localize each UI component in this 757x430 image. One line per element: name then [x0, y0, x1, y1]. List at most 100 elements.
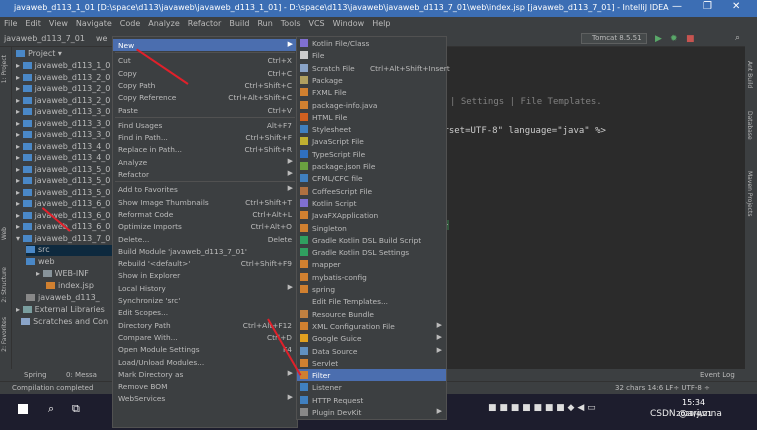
tree-item-module[interactable]: ▸ javaweb_d113_4_0 [16, 142, 110, 153]
tree-item-module[interactable]: ▸ javaweb_d113_2_0 [16, 96, 110, 107]
tree-item-module[interactable]: ▸ javaweb_d113_3_0 [16, 119, 110, 130]
ant-build-tab[interactable]: Ant Build [746, 61, 753, 88]
menu-build[interactable]: Build [225, 17, 253, 30]
new-item-servlet[interactable]: Servlet [297, 357, 446, 369]
context-item-local-history[interactable]: Local History ▶ [113, 282, 297, 294]
context-item-find-in-path[interactable]: Find in Path... Ctrl+Shift+F [113, 131, 297, 143]
new-item-package-info-java[interactable]: package-info.java [297, 99, 446, 111]
new-item-google-guice[interactable]: Google Guice ▶ [297, 332, 446, 344]
new-item-resource-bundle[interactable]: Resource Bundle [297, 308, 446, 320]
new-item-typescript-file[interactable]: TypeScript File [297, 148, 446, 160]
menu-run[interactable]: Run [253, 17, 276, 30]
debug-icon[interactable]: ✹ [670, 34, 678, 44]
new-item-package-json-file[interactable]: package.json File [297, 160, 446, 172]
new-item-cfml-cfc-file[interactable]: CFML/CFC file [297, 172, 446, 184]
context-item-paste[interactable]: Paste Ctrl+V [113, 104, 297, 116]
messages-tab[interactable]: 0: Messa [66, 371, 97, 379]
tree-item-module[interactable]: ▸ javaweb_d113_2_0 [16, 84, 110, 95]
context-item-delete[interactable]: Delete... Delete [113, 233, 297, 245]
context-item-load-unload-modules[interactable]: Load/Unload Modules... [113, 356, 297, 368]
context-item-copy-path[interactable]: Copy Path Ctrl+Shift+C [113, 79, 297, 91]
new-item-gradle-kotlin-dsl-settings[interactable]: Gradle Kotlin DSL Settings [297, 246, 446, 258]
new-item-singleton[interactable]: Singleton [297, 222, 446, 234]
event-log-tab[interactable]: Event Log [700, 371, 735, 379]
stop-icon[interactable]: ■ [686, 34, 695, 44]
expand-arrow-icon[interactable]: ▸ [16, 222, 20, 231]
expand-arrow-icon[interactable]: ▸ [16, 199, 20, 208]
clock-time[interactable]: 15:34 [682, 398, 705, 407]
new-item-mybatis-config[interactable]: mybatis-config [297, 271, 446, 283]
tree-item-module[interactable]: ▸ javaweb_d113_3_0 [16, 130, 110, 141]
context-item-show-in-explorer[interactable]: Show in Explorer [113, 269, 297, 281]
tree-item-module[interactable]: ▾ javaweb_d113_7_0 [16, 234, 110, 245]
search-icon[interactable]: ⌕ [735, 33, 740, 43]
context-item-rebuild-default[interactable]: Rebuild '<default>' Ctrl+Shift+F9 [113, 257, 297, 269]
context-item-show-image-thumbnails[interactable]: Show Image Thumbnails Ctrl+Shift+T [113, 196, 297, 208]
expand-arrow-icon[interactable]: ▸ [16, 176, 20, 185]
expand-arrow-icon[interactable]: ▸ [16, 130, 20, 139]
expand-arrow-icon[interactable]: ▸ [16, 61, 20, 70]
maximize-button[interactable]: ❐ [703, 1, 712, 12]
close-button[interactable]: ✕ [732, 1, 740, 12]
system-tray-icons[interactable]: ■ ■ ■ ■ ■ ■ ■ ◆ ◀ ▭ [488, 403, 596, 413]
menu-navigate[interactable]: Navigate [72, 17, 116, 30]
menu-code[interactable]: Code [116, 17, 144, 30]
breadcrumb-module[interactable]: we [96, 34, 107, 43]
context-item-find-usages[interactable]: Find Usages Alt+F7 [113, 119, 297, 131]
project-panel-header[interactable]: Project ▾ [16, 49, 62, 60]
new-item-fxml-file[interactable]: FXML File [297, 86, 446, 98]
menu-tools[interactable]: Tools [277, 17, 305, 30]
expand-arrow-icon[interactable]: ▸ [16, 73, 20, 82]
menu-edit[interactable]: Edit [21, 17, 45, 30]
new-item-http-request[interactable]: HTTP Request [297, 394, 446, 406]
tree-item-index-jsp[interactable]: index.jsp [46, 281, 94, 292]
tree-item-module[interactable]: ▸ javaweb_d113_6_0 [16, 211, 110, 222]
context-item-copy[interactable]: Copy Ctrl+C [113, 67, 297, 79]
menu-window[interactable]: Window [329, 17, 369, 30]
new-item-scratch-file[interactable]: Scratch File Ctrl+Alt+Shift+Insert [297, 62, 450, 74]
favorites-tool-tab[interactable]: 2: Favorites [1, 317, 8, 352]
windows-start-icon[interactable] [18, 404, 28, 414]
new-item-html-file[interactable]: HTML File [297, 111, 446, 123]
maven-projects-tab[interactable]: Maven Projects [746, 171, 753, 216]
menu-analyze[interactable]: Analyze [144, 17, 184, 30]
tree-item-module[interactable]: ▸ javaweb_d113_2_0 [16, 73, 110, 84]
context-item-reformat-code[interactable]: Reformat Code Ctrl+Alt+L [113, 208, 297, 220]
tree-item-module[interactable]: ▸ javaweb_d113_4_0 [16, 153, 110, 164]
spring-tab[interactable]: Spring [24, 371, 47, 379]
tree-item-module[interactable]: ▸ javaweb_d113_5_0 [16, 165, 110, 176]
tree-item-web-inf[interactable]: ▸ WEB-INF [36, 269, 89, 280]
structure-tool-tab[interactable]: 2: Structure [1, 267, 8, 303]
tree-item-external-libraries[interactable]: ▸ External Libraries [16, 305, 105, 316]
new-item-data-source[interactable]: Data Source ▶ [297, 345, 446, 357]
new-item-stylesheet[interactable]: Stylesheet [297, 123, 446, 135]
minimize-button[interactable]: — [672, 1, 682, 12]
expand-arrow-icon[interactable]: ▸ [16, 84, 20, 93]
tree-item-scratches[interactable]: Scratches and Con [16, 317, 108, 328]
new-item-edit-file-templates[interactable]: Edit File Templates... [297, 295, 446, 307]
menu-view[interactable]: View [45, 17, 72, 30]
context-item-refactor[interactable]: Refactor ▶ [113, 168, 297, 180]
context-item-cut[interactable]: Cut Ctrl+X [113, 54, 297, 66]
new-item-package[interactable]: Package [297, 74, 446, 86]
new-item-gradle-kotlin-dsl-build-script[interactable]: Gradle Kotlin DSL Build Script [297, 234, 446, 246]
context-item-add-to-favorites[interactable]: Add to Favorites ▶ [113, 183, 297, 195]
project-tool-tab[interactable]: 1: Project [1, 55, 8, 83]
new-item-listener[interactable]: Listener [297, 381, 446, 393]
expand-arrow-icon[interactable]: ▸ [16, 211, 20, 220]
context-item-open-module-settings[interactable]: Open Module Settings F4 [113, 343, 297, 355]
menu-help[interactable]: Help [368, 17, 394, 30]
new-item-coffeescript-file[interactable]: CoffeeScript File [297, 185, 446, 197]
new-item-kotlin-file-class[interactable]: Kotlin File/Class [297, 37, 446, 49]
task-view-icon[interactable]: ⧉ [72, 402, 80, 416]
context-item-replace-in-path[interactable]: Replace in Path... Ctrl+Shift+R [113, 143, 297, 155]
expand-arrow-icon[interactable]: ▸ [16, 188, 20, 197]
tree-item-module[interactable]: ▸ javaweb_d113_5_0 [16, 188, 110, 199]
expand-arrow-icon[interactable]: ▾ [16, 234, 20, 243]
search-icon[interactable]: ⌕ [48, 402, 54, 416]
menu-vcs[interactable]: VCS [305, 17, 329, 30]
context-item-mark-directory-as[interactable]: Mark Directory as ▶ [113, 368, 297, 380]
tree-item-module[interactable]: ▸ javaweb_d113_5_0 [16, 176, 110, 187]
new-item-kotlin-script[interactable]: Kotlin Script [297, 197, 446, 209]
tree-item-module[interactable]: ▸ javaweb_d113_3_0 [16, 107, 110, 118]
